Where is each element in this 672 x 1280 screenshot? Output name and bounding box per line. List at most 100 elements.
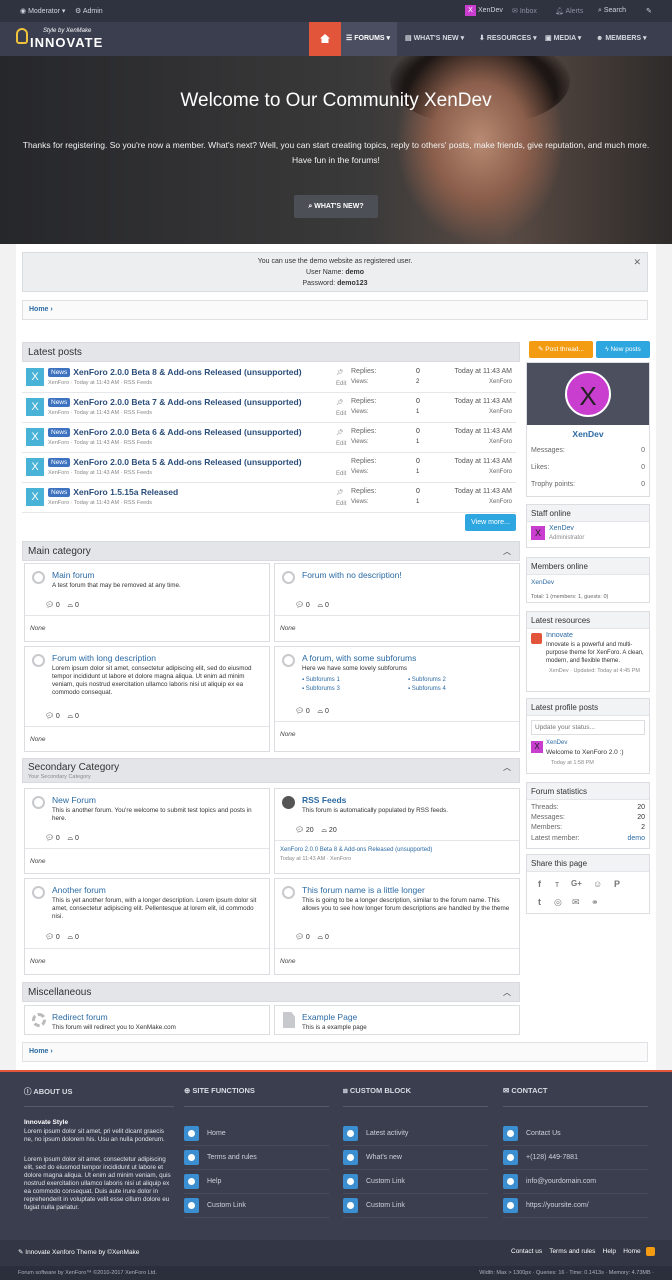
footer-help-link[interactable]: Help [603,1248,616,1255]
page-node[interactable]: Example Page This is a example page [274,1005,520,1035]
footer-link[interactable]: Help [207,1178,221,1185]
edit-link[interactable]: Edit [336,411,346,417]
style-chooser-icon[interactable]: ✎ [646,7,652,15]
poster-avatar[interactable]: X [26,428,44,446]
mail-icon[interactable]: ✉ [572,897,580,908]
forum-node[interactable]: New Forum This is another forum. You're w… [24,788,270,874]
latest-post-row[interactable]: X News XenForo 1.5.15a Released XenForo · T… [22,483,516,513]
footer-link[interactable]: +(128) 449-7881 [526,1154,578,1161]
footer-link[interactable]: Custom Link [207,1202,246,1209]
latest-post-row[interactable]: X News XenForo 2.0.0 Beta 8 & Add-ons Rele… [22,363,516,393]
latest-post-row[interactable]: X News XenForo 2.0.0 Beta 6 & Add-ons Rele… [22,423,516,453]
status-input[interactable] [531,720,645,735]
tab-forums[interactable]: ☰ FORUMS ▾ [341,22,397,56]
forum-title[interactable]: A forum, with some subforums [302,653,416,663]
footer-home-link[interactable]: Home [623,1248,640,1255]
footer-link[interactable]: Contact Us [526,1130,561,1137]
forum-node[interactable]: A forum, with some subforums Here we have… [274,646,520,752]
link-icon[interactable]: ⚭ [591,897,599,908]
post-date[interactable]: Today at 11:43 AM [455,428,512,435]
tab-whats-new[interactable]: ▤ WHAT'S NEW ▾ [405,22,464,56]
forum-title[interactable]: This forum name is a little longer [302,885,425,895]
post-date[interactable]: Today at 11:43 AM [455,368,512,375]
facebook-icon[interactable]: f [538,879,541,889]
edit-link[interactable]: Edit [336,381,346,387]
collapse-icon[interactable]: ︿ [503,983,511,1002]
poster-avatar[interactable]: X [26,458,44,476]
forum-title[interactable]: New Forum [52,795,96,805]
search-link[interactable]: ⌕ Search [598,7,626,15]
edit-link[interactable]: Edit [336,441,346,447]
forum-node[interactable]: Forum with no description! 💬︎ 0 ⌓ 0 None [274,563,520,642]
subforum-link[interactable]: ▪ Subforums 4 [408,686,446,692]
forum-node[interactable]: Another forum This is yet another forum, … [24,878,270,975]
reddit-icon[interactable]: ☺ [593,879,602,889]
post-date[interactable]: Today at 11:43 AM [455,488,512,495]
breadcrumb-home[interactable]: Home [29,1048,48,1055]
new-posts-button[interactable]: ϟ New posts [596,341,650,358]
footer-terms-link[interactable]: Terms and rules [549,1248,595,1255]
post-thread-button[interactable]: ✎ Post thread... [529,341,593,358]
forum-title[interactable]: Redirect forum [52,1012,108,1022]
forum-node[interactable]: This forum name is a little longer This i… [274,878,520,975]
post-author[interactable]: XenForo [489,469,512,475]
post-title[interactable]: News XenForo 2.0.0 Beta 7 & Add-ons Relea… [48,397,302,407]
page-title[interactable]: Example Page [302,1012,357,1022]
poster-avatar[interactable]: X [26,398,44,416]
post-date[interactable]: Today at 11:43 AM [455,398,512,405]
user-menu[interactable]: X XenDev [465,5,503,16]
last-post-title[interactable]: XenForo 2.0.0 Beta 8 & Add-ons Released … [280,847,432,853]
edit-link[interactable]: Edit [336,501,346,507]
footer-link[interactable]: Home [207,1130,226,1137]
footer-link[interactable]: Custom Link [366,1178,405,1185]
footer-link[interactable]: Latest activity [366,1130,408,1137]
post-title[interactable]: News XenForo 2.0.0 Beta 6 & Add-ons Relea… [48,427,302,437]
forum-node[interactable]: Redirect forum This forum will redirect … [24,1005,270,1035]
home-tab[interactable] [309,22,341,56]
forum-title[interactable]: Forum with no description! [302,570,402,580]
tab-members[interactable]: ☻ MEMBERS ▾ [596,22,647,56]
resource-name[interactable]: Innovate [546,632,573,639]
subforum-link[interactable]: ▪ Subforums 2 [408,677,446,683]
footer-link[interactable]: https://yoursite.com/ [526,1202,589,1209]
moderator-menu[interactable]: ◉ Moderator ▾ [20,7,65,15]
post-date[interactable]: Today at 11:43 AM [455,458,512,465]
post-author[interactable]: XenForo [489,379,512,385]
poster-avatar[interactable]: X [26,368,44,386]
forum-node[interactable]: Main forum A test forum that may be remov… [24,563,270,642]
whats-new-button[interactable]: ⌕ WHAT'S NEW? [294,195,378,218]
close-icon[interactable]: ✕ [633,257,641,268]
latest-post-row[interactable]: X News XenForo 2.0.0 Beta 7 & Add-ons Rele… [22,393,516,423]
secondary-category-head[interactable]: Secondary Category ︿ Your Secondary Catego… [22,758,520,783]
forum-node[interactable]: Forum with long description Lorem ipsum d… [24,646,270,752]
post-author[interactable]: XenForo [489,499,512,505]
latest-post-row[interactable]: X News XenForo 2.0.0 Beta 5 & Add-ons Rele… [22,453,516,483]
twitter-icon[interactable]: ᴛ [555,879,559,889]
poster-name[interactable]: XenDev [546,740,567,746]
alerts-link[interactable]: 🔔︎ Alerts [555,7,583,15]
staff-avatar[interactable]: X [531,526,545,540]
member-online-link[interactable]: XenDev [531,579,554,586]
poster-avatar[interactable]: X [26,488,44,506]
forum-title[interactable]: Forum with long description [52,653,156,663]
pinterest-icon[interactable]: P [614,879,620,889]
footer-link[interactable]: Terms and rules [207,1154,257,1161]
whatsapp-icon[interactable]: ◎ [554,897,562,908]
view-more-button[interactable]: View more... [465,514,516,531]
forum-title[interactable]: RSS Feeds [302,795,346,805]
subforum-link[interactable]: ▪ Subforums 3 [302,686,340,692]
subforum-link[interactable]: ▪ Subforums 1 [302,677,340,683]
footer-link[interactable]: What's new [366,1154,402,1161]
poster-avatar[interactable]: X [531,741,543,753]
forum-title[interactable]: Another forum [52,885,106,895]
post-title[interactable]: News XenForo 2.0.0 Beta 5 & Add-ons Relea… [48,457,302,467]
forum-title[interactable]: Main forum [52,570,95,580]
edit-link[interactable]: Edit [336,471,346,477]
footer-contact-link[interactable]: Contact us [511,1248,542,1255]
logo[interactable]: Style by XenMake INNOVATE [16,26,106,52]
admin-link[interactable]: ⚙ Admin [75,7,103,15]
collapse-icon[interactable]: ︿ [503,542,511,561]
rss-icon[interactable] [646,1247,655,1256]
staff-name[interactable]: XenDev [549,525,574,532]
main-category-head[interactable]: Main category ︿ [22,541,520,561]
